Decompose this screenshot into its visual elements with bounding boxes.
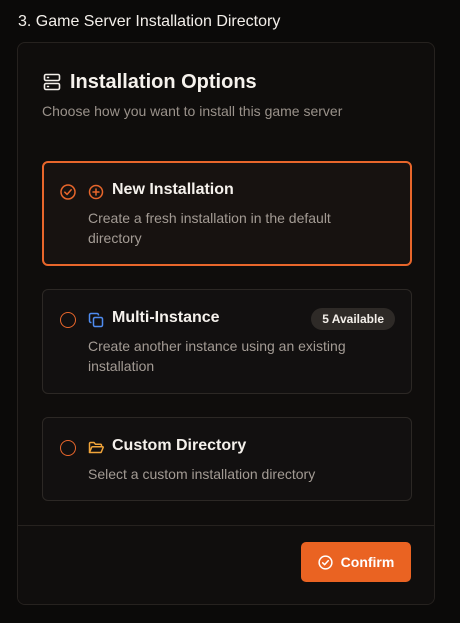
- option-description: Create a fresh installation in the defau…: [88, 210, 331, 246]
- availability-badge: 5 Available: [311, 308, 395, 330]
- radio-unchecked-icon[interactable]: [60, 312, 76, 328]
- option-custom-directory[interactable]: Custom Directory Select a custom install…: [42, 417, 412, 501]
- confirm-button[interactable]: Confirm: [301, 542, 411, 582]
- step-title: 3. Game Server Installation Directory: [18, 13, 281, 30]
- copy-icon: [88, 312, 104, 328]
- option-new-installation[interactable]: New Installation Create a fresh installa…: [42, 161, 412, 266]
- option-title: Custom Directory: [112, 437, 247, 454]
- panel-subtitle: Choose how you want to install this game…: [42, 103, 343, 119]
- radio-unchecked-icon[interactable]: [60, 440, 76, 456]
- panel-title: Installation Options: [70, 70, 257, 93]
- page: 3. Game Server Installation Directory In…: [0, 0, 460, 623]
- option-description: Create another instance using an existin…: [88, 338, 346, 374]
- option-description: Select a custom installation directory: [88, 466, 316, 482]
- plus-circle-icon: [88, 184, 104, 200]
- option-title: New Installation: [112, 181, 234, 198]
- folder-open-icon: [88, 440, 104, 456]
- radio-checked-icon[interactable]: [60, 184, 76, 200]
- option-title: Multi-Instance: [112, 309, 220, 326]
- confirm-label: Confirm: [340, 554, 395, 570]
- server-icon: [42, 72, 62, 92]
- check-circle-icon: [318, 554, 333, 570]
- panel-header: Installation Options: [42, 69, 257, 95]
- option-multi-instance[interactable]: Multi-Instance 5 Available Create anothe…: [42, 289, 412, 394]
- panel-footer: Confirm: [18, 525, 434, 604]
- installation-options-panel: Installation Options Choose how you want…: [17, 42, 435, 605]
